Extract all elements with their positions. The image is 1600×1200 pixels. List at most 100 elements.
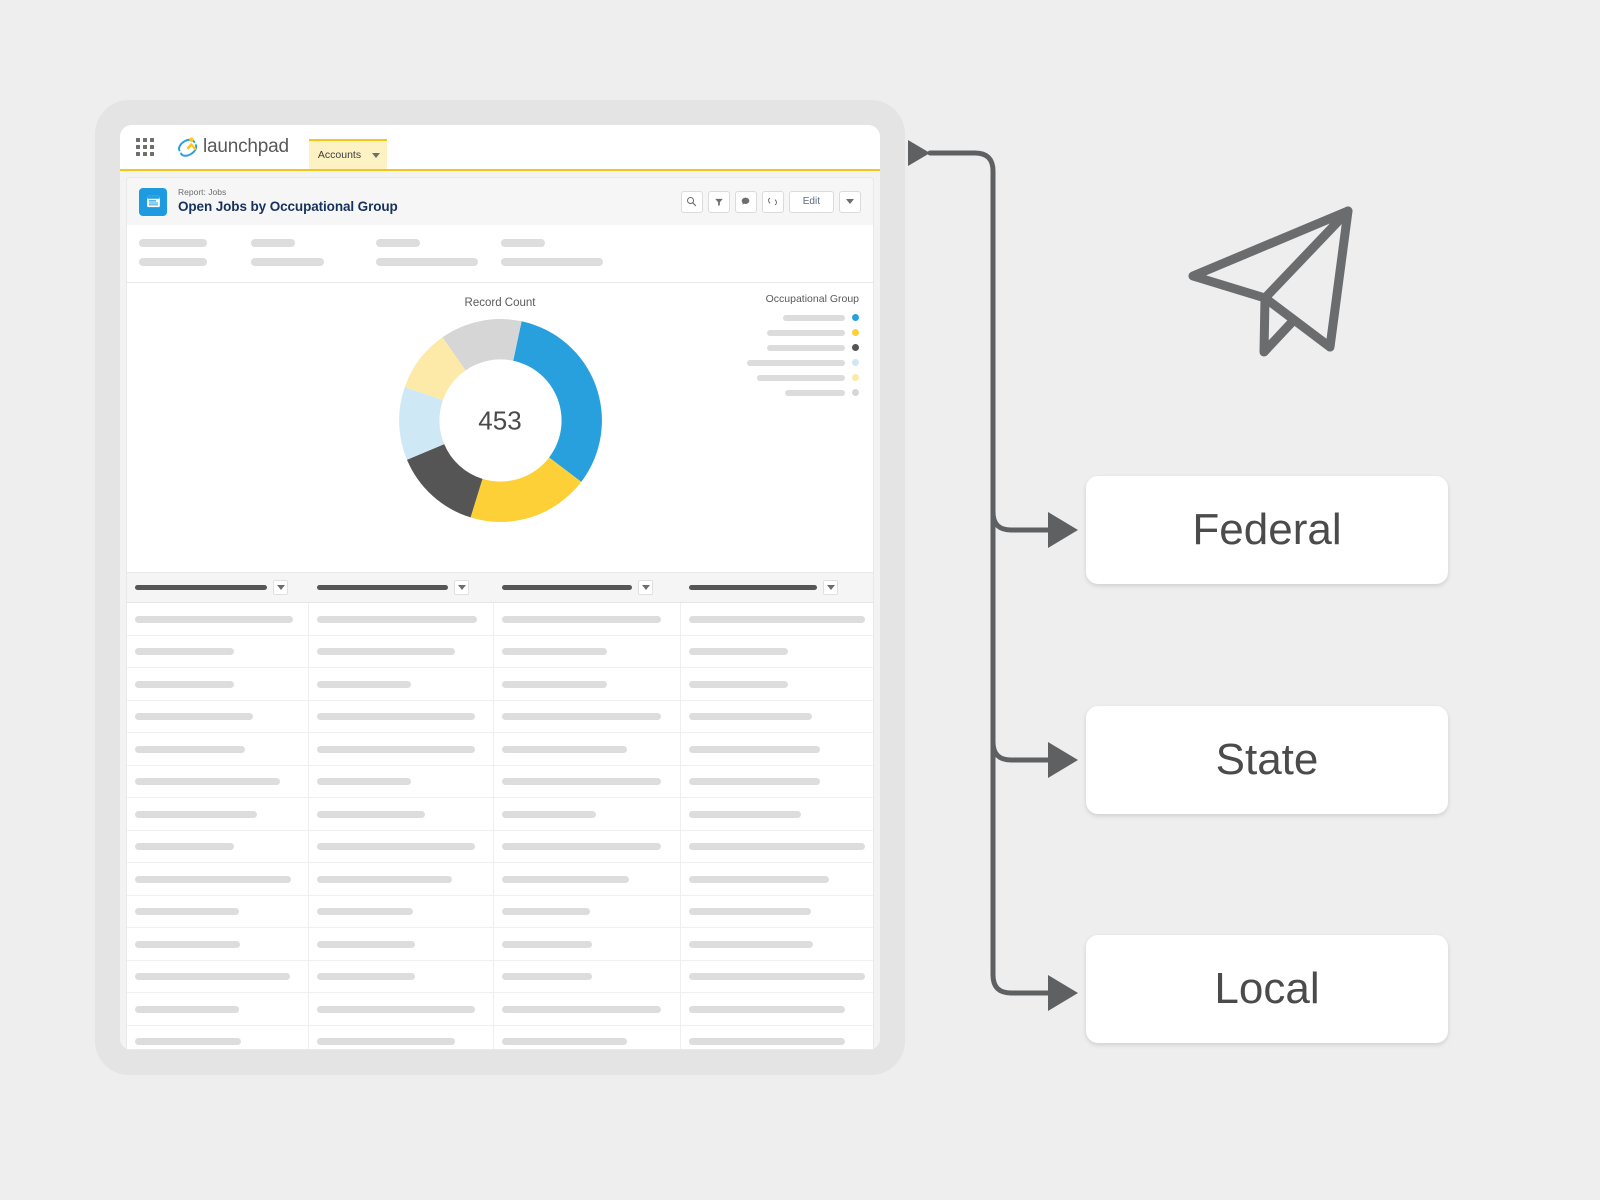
table-cell xyxy=(494,700,682,733)
column-menu-button[interactable] xyxy=(638,580,654,596)
table-row[interactable] xyxy=(127,798,873,831)
summary-column xyxy=(376,239,501,267)
table-cell xyxy=(309,863,495,895)
table-row[interactable] xyxy=(127,1025,873,1049)
table-cell xyxy=(494,635,682,668)
brand-logo[interactable]: launchpad xyxy=(176,135,289,159)
cell-value-placeholder xyxy=(689,1005,846,1013)
destination-local[interactable]: Local xyxy=(1086,935,1448,1043)
donut-chart[interactable]: 453 xyxy=(397,317,604,524)
column-menu-button[interactable] xyxy=(273,580,288,596)
summary-label-placeholder xyxy=(139,239,207,248)
table-row[interactable] xyxy=(127,830,873,864)
cell-value-placeholder xyxy=(317,713,476,721)
destination-label: State xyxy=(1215,735,1319,784)
column-header-placeholder xyxy=(689,585,818,591)
table-cell xyxy=(309,1025,495,1049)
legend-item[interactable] xyxy=(739,329,859,337)
table-row[interactable] xyxy=(127,863,873,896)
search-icon[interactable] xyxy=(680,190,703,213)
cell-value-placeholder xyxy=(317,1005,476,1013)
arrowhead-local xyxy=(1048,975,1078,1011)
table-cell xyxy=(127,668,310,700)
connector-branch-state xyxy=(990,739,1051,763)
canvas: launchpad Accounts Report: Jobs Open Job… xyxy=(0,0,1600,1200)
table-cell xyxy=(127,700,310,733)
table-header-row xyxy=(127,573,873,604)
table-row[interactable] xyxy=(127,668,873,701)
table-column-header[interactable] xyxy=(494,573,681,602)
filter-icon[interactable] xyxy=(707,190,730,213)
arrowhead-state xyxy=(1048,742,1078,778)
table-cell xyxy=(127,830,310,863)
table-cell xyxy=(681,993,873,1025)
cell-value-placeholder xyxy=(502,1038,628,1046)
legend-swatch xyxy=(852,344,859,352)
table-cell xyxy=(494,798,682,830)
table-column-header[interactable] xyxy=(681,573,873,602)
table-cell xyxy=(127,895,310,928)
chevron-down-icon xyxy=(826,585,835,591)
table-row[interactable] xyxy=(127,928,873,961)
table-column-header[interactable] xyxy=(309,573,494,602)
table-row[interactable] xyxy=(127,700,873,734)
table-cell xyxy=(494,863,682,895)
column-menu-button[interactable] xyxy=(823,580,839,596)
legend-item[interactable] xyxy=(739,359,859,367)
cell-value-placeholder xyxy=(502,615,662,623)
table-row[interactable] xyxy=(127,765,873,799)
table-row[interactable] xyxy=(127,603,873,636)
table-column-header[interactable] xyxy=(127,573,309,602)
app-selector-label: Accounts xyxy=(317,149,362,161)
report-menu-button[interactable] xyxy=(839,190,861,213)
table-cell xyxy=(127,733,310,765)
cell-value-placeholder xyxy=(689,875,830,883)
cell-value-placeholder xyxy=(317,745,476,753)
donut-segment[interactable] xyxy=(512,321,602,483)
table-cell xyxy=(494,895,682,928)
legend-swatch xyxy=(852,389,859,397)
report-header: Report: Jobs Open Jobs by Occupational G… xyxy=(126,177,874,226)
legend-item[interactable] xyxy=(739,314,859,322)
summary-label-placeholder xyxy=(376,239,420,248)
table-cell xyxy=(681,896,873,928)
legend-item[interactable] xyxy=(739,389,859,397)
table-cell xyxy=(309,993,495,1025)
app-launcher-icon[interactable] xyxy=(136,138,154,156)
table-cell xyxy=(494,1025,682,1049)
table-row[interactable] xyxy=(127,895,873,929)
table-cell xyxy=(127,928,310,960)
column-menu-button[interactable] xyxy=(454,580,470,596)
table-row[interactable] xyxy=(127,960,873,994)
refresh-icon[interactable] xyxy=(761,190,784,213)
cell-value-placeholder xyxy=(135,648,234,656)
legend-label-placeholder xyxy=(785,389,845,396)
table-cell xyxy=(494,928,682,960)
table-body xyxy=(127,603,873,1049)
cell-value-placeholder xyxy=(317,680,412,688)
table-cell xyxy=(309,960,495,993)
table-row[interactable] xyxy=(127,635,873,669)
table-cell xyxy=(309,733,495,765)
cell-value-placeholder xyxy=(502,875,630,883)
destination-state[interactable]: State xyxy=(1086,706,1448,814)
table-row[interactable] xyxy=(127,993,873,1026)
table-row[interactable] xyxy=(127,733,873,766)
table-cell xyxy=(494,603,681,635)
table-cell xyxy=(494,668,682,700)
legend-label-placeholder xyxy=(783,314,845,321)
table-cell xyxy=(494,830,681,863)
legend-item[interactable] xyxy=(739,374,859,382)
cell-value-placeholder xyxy=(135,810,257,818)
legend-swatch xyxy=(852,359,859,367)
cell-value-placeholder xyxy=(689,843,865,851)
comment-icon[interactable] xyxy=(734,190,757,213)
destination-federal[interactable]: Federal xyxy=(1086,476,1448,584)
cell-value-placeholder xyxy=(689,615,865,623)
app-selector[interactable]: Accounts xyxy=(308,139,387,169)
donut-segment[interactable] xyxy=(406,444,482,518)
legend-item[interactable] xyxy=(739,344,859,352)
edit-button[interactable]: Edit xyxy=(788,190,834,213)
cell-value-placeholder xyxy=(135,1005,239,1013)
summary-label-placeholder xyxy=(251,239,295,248)
